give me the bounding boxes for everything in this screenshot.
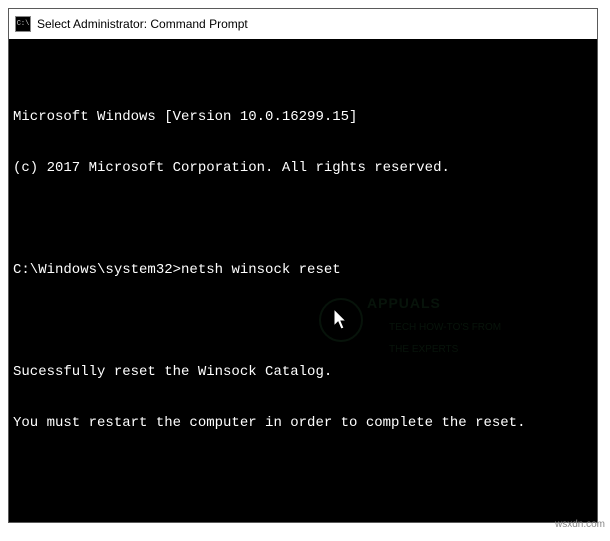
output-line: Sucessfully reset the Winsock Catalog. bbox=[13, 364, 593, 381]
cmd-icon: C:\ bbox=[15, 16, 31, 32]
titlebar[interactable]: C:\ Select Administrator: Command Prompt bbox=[9, 9, 597, 39]
blank-line bbox=[13, 466, 593, 483]
prompt-line: C:\Windows\system32>netsh winsock reset bbox=[13, 262, 593, 279]
blank-line bbox=[13, 313, 593, 330]
banner-line: Microsoft Windows [Version 10.0.16299.15… bbox=[13, 109, 593, 126]
command-prompt-window: C:\ Select Administrator: Command Prompt… bbox=[8, 8, 598, 523]
banner-line: (c) 2017 Microsoft Corporation. All righ… bbox=[13, 160, 593, 177]
site-watermark: wsxdn.com bbox=[555, 519, 605, 530]
terminal-output[interactable]: APPUALS TECH HOW-TO'S FROM THE EXPERTS M… bbox=[9, 39, 597, 522]
blank-line bbox=[13, 211, 593, 228]
output-line: You must restart the computer in order t… bbox=[13, 415, 593, 432]
window-title: Select Administrator: Command Prompt bbox=[37, 17, 248, 31]
blank-line bbox=[13, 517, 593, 522]
